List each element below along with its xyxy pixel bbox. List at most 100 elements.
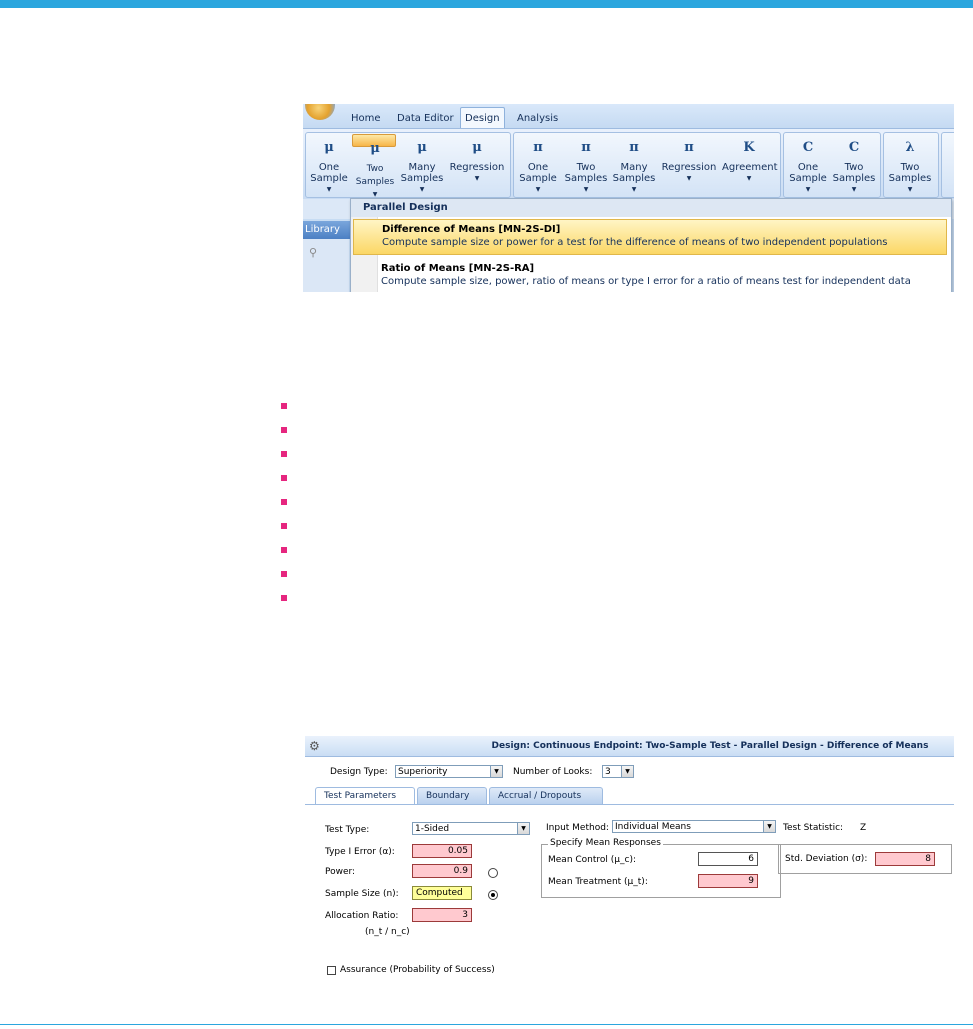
number-of-looks-select[interactable]: 3 ▼ bbox=[602, 765, 634, 778]
menu-item-description: Compute sample size, power, ratio of mea… bbox=[381, 276, 911, 287]
c-two-icon: C bbox=[848, 140, 860, 155]
mean-treatment-input[interactable]: 9 bbox=[698, 874, 758, 888]
test-type-select[interactable]: 1-Sided ▼ bbox=[412, 822, 530, 835]
button-label: Two bbox=[366, 164, 384, 174]
bullet-marker bbox=[281, 475, 287, 481]
design-dialog-screenshot: ⚙ Design: Continuous Endpoint: Two-Sampl… bbox=[305, 736, 954, 979]
one-sample-count-button[interactable]: C One Sample ▼ bbox=[788, 137, 828, 194]
mean-control-input[interactable]: 6 bbox=[698, 852, 758, 866]
chevron-down-icon: ▼ bbox=[474, 175, 480, 182]
two-samples-means-button[interactable]: μ Two Samples ▼ bbox=[352, 134, 396, 198]
button-label: Many bbox=[620, 162, 648, 173]
many-samples-means-button[interactable]: μ Many Samples ▼ bbox=[400, 137, 444, 194]
type-one-error-input[interactable]: 0.05 bbox=[412, 844, 472, 858]
button-label: Two bbox=[844, 162, 864, 173]
gears-icon[interactable]: ⚙ bbox=[309, 739, 320, 753]
bullet-marker bbox=[281, 499, 287, 505]
select-value: 3 bbox=[605, 767, 611, 777]
allocation-ratio-input[interactable]: 3 bbox=[412, 908, 472, 922]
two-samples-dropdown-menu: Parallel Design Difference of Means [MN-… bbox=[350, 198, 952, 292]
chevron-down-icon: ▼ bbox=[805, 186, 811, 193]
ribbon-group-means: μ One Sample ▼ μ Two Samples ▼ μ Many Sa… bbox=[305, 132, 511, 198]
two-samples-count-button[interactable]: C Two Samples ▼ bbox=[832, 137, 876, 194]
test-statistic-label: Test Statistic: bbox=[783, 823, 844, 833]
select-value: Individual Means bbox=[615, 822, 691, 832]
button-label: Agreement bbox=[722, 162, 778, 173]
search-icon[interactable]: ⚲ bbox=[309, 246, 317, 259]
menu-item-difference-of-means[interactable]: Difference of Means [MN-2S-DI] Compute s… bbox=[353, 219, 947, 255]
button-label: Regression bbox=[449, 162, 505, 173]
button-label: Regression bbox=[661, 162, 717, 173]
button-label: Two bbox=[576, 162, 596, 173]
pi-two-icon: π bbox=[581, 140, 591, 155]
sample-size-label: Sample Size (n): bbox=[325, 889, 399, 899]
chevron-down-icon: ▼ bbox=[746, 175, 752, 182]
button-label: Samples bbox=[888, 173, 932, 184]
ribbon-body: μ One Sample ▼ μ Two Samples ▼ μ Many Sa… bbox=[303, 128, 954, 199]
input-method-select[interactable]: Individual Means ▼ bbox=[612, 820, 776, 833]
bullet-marker bbox=[281, 451, 287, 457]
button-label: Sample bbox=[519, 173, 557, 184]
top-accent-bar bbox=[0, 0, 973, 8]
bullet-marker bbox=[281, 427, 287, 433]
tab-analysis[interactable]: Analysis bbox=[513, 109, 562, 128]
one-sample-proportion-button[interactable]: π One Sample ▼ bbox=[518, 137, 558, 194]
tab-test-parameters[interactable]: Test Parameters bbox=[315, 787, 415, 804]
group-title: Specify Mean Responses bbox=[548, 838, 663, 848]
chevron-down-icon: ▼ bbox=[621, 766, 633, 777]
ribbon-group-proportions: π One Sample ▼ π Two Samples ▼ π Many Sa… bbox=[513, 132, 781, 198]
button-label: Two bbox=[900, 162, 920, 173]
pi-many-icon: π bbox=[629, 140, 639, 155]
tab-design[interactable]: Design bbox=[460, 107, 505, 129]
bottom-accent-line bbox=[0, 1024, 973, 1025]
menu-item-ratio-of-means[interactable]: Ratio of Means [MN-2S-RA] Compute sample… bbox=[353, 259, 947, 292]
power-radio[interactable] bbox=[488, 868, 498, 878]
menu-item-title: Difference of Means [MN-2S-DI] bbox=[382, 224, 561, 235]
input-method-label: Input Method: bbox=[546, 823, 609, 833]
chevron-down-icon: ▼ bbox=[763, 821, 775, 832]
application-orb-icon[interactable] bbox=[305, 104, 335, 120]
chevron-down-icon: ▼ bbox=[326, 186, 332, 193]
menu-item-description: Compute sample size or power for a test … bbox=[382, 237, 888, 248]
mu-two-icon: μ bbox=[370, 141, 380, 156]
std-deviation-group: Std. Deviation (σ): 8 bbox=[778, 844, 952, 874]
pi-one-icon: π bbox=[533, 140, 543, 155]
std-deviation-input[interactable]: 8 bbox=[875, 852, 935, 866]
mu-many-icon: μ bbox=[417, 140, 427, 155]
sample-size-radio[interactable] bbox=[488, 890, 498, 900]
chevron-down-icon: ▼ bbox=[419, 186, 425, 193]
kappa-icon: K bbox=[743, 140, 755, 155]
type-one-error-label: Type I Error (α): bbox=[325, 847, 395, 857]
agreement-button[interactable]: K Agreement ▼ bbox=[722, 137, 778, 183]
power-input[interactable]: 0.9 bbox=[412, 864, 472, 878]
tab-home[interactable]: Home bbox=[347, 109, 385, 128]
ribbon-group-rates: λ Two Samples ▼ bbox=[883, 132, 939, 198]
regression-means-button[interactable]: μ Regression ▼ bbox=[448, 137, 506, 183]
bullet-marker bbox=[281, 571, 287, 577]
power-label: Power: bbox=[325, 867, 356, 877]
button-label: Sample bbox=[789, 173, 827, 184]
sample-size-input[interactable]: Computed bbox=[412, 886, 472, 900]
tab-data-editor[interactable]: Data Editor bbox=[393, 109, 458, 128]
dialog-title-bar: ⚙ Design: Continuous Endpoint: Two-Sampl… bbox=[305, 736, 954, 757]
design-type-select[interactable]: Superiority ▼ bbox=[395, 765, 503, 778]
two-samples-proportion-button[interactable]: π Two Samples ▼ bbox=[564, 137, 608, 194]
mean-control-label: Mean Control (μ_c): bbox=[548, 855, 637, 865]
c-one-icon: C bbox=[802, 140, 814, 155]
one-sample-means-button[interactable]: μ One Sample ▼ bbox=[310, 137, 348, 194]
tab-boundary[interactable]: Boundary bbox=[417, 787, 487, 804]
allocation-ratio-sublabel: (n_t / n_c) bbox=[365, 927, 410, 937]
many-samples-proportion-button[interactable]: π Many Samples ▼ bbox=[612, 137, 656, 194]
assurance-checkbox[interactable] bbox=[327, 966, 336, 975]
chevron-down-icon: ▼ bbox=[517, 823, 529, 834]
regression-proportion-button[interactable]: π Regression ▼ bbox=[660, 137, 718, 183]
chevron-down-icon: ▼ bbox=[686, 175, 692, 182]
chevron-down-icon: ▼ bbox=[490, 766, 502, 777]
allocation-ratio-label: Allocation Ratio: bbox=[325, 911, 399, 921]
button-label: One bbox=[527, 162, 549, 173]
chevron-down-icon: ▼ bbox=[907, 186, 913, 193]
bullet-marker bbox=[281, 523, 287, 529]
library-panel-header: Library bbox=[303, 221, 351, 239]
tab-accrual-dropouts[interactable]: Accrual / Dropouts bbox=[489, 787, 603, 804]
two-samples-rate-button[interactable]: λ Two Samples ▼ bbox=[888, 137, 932, 194]
